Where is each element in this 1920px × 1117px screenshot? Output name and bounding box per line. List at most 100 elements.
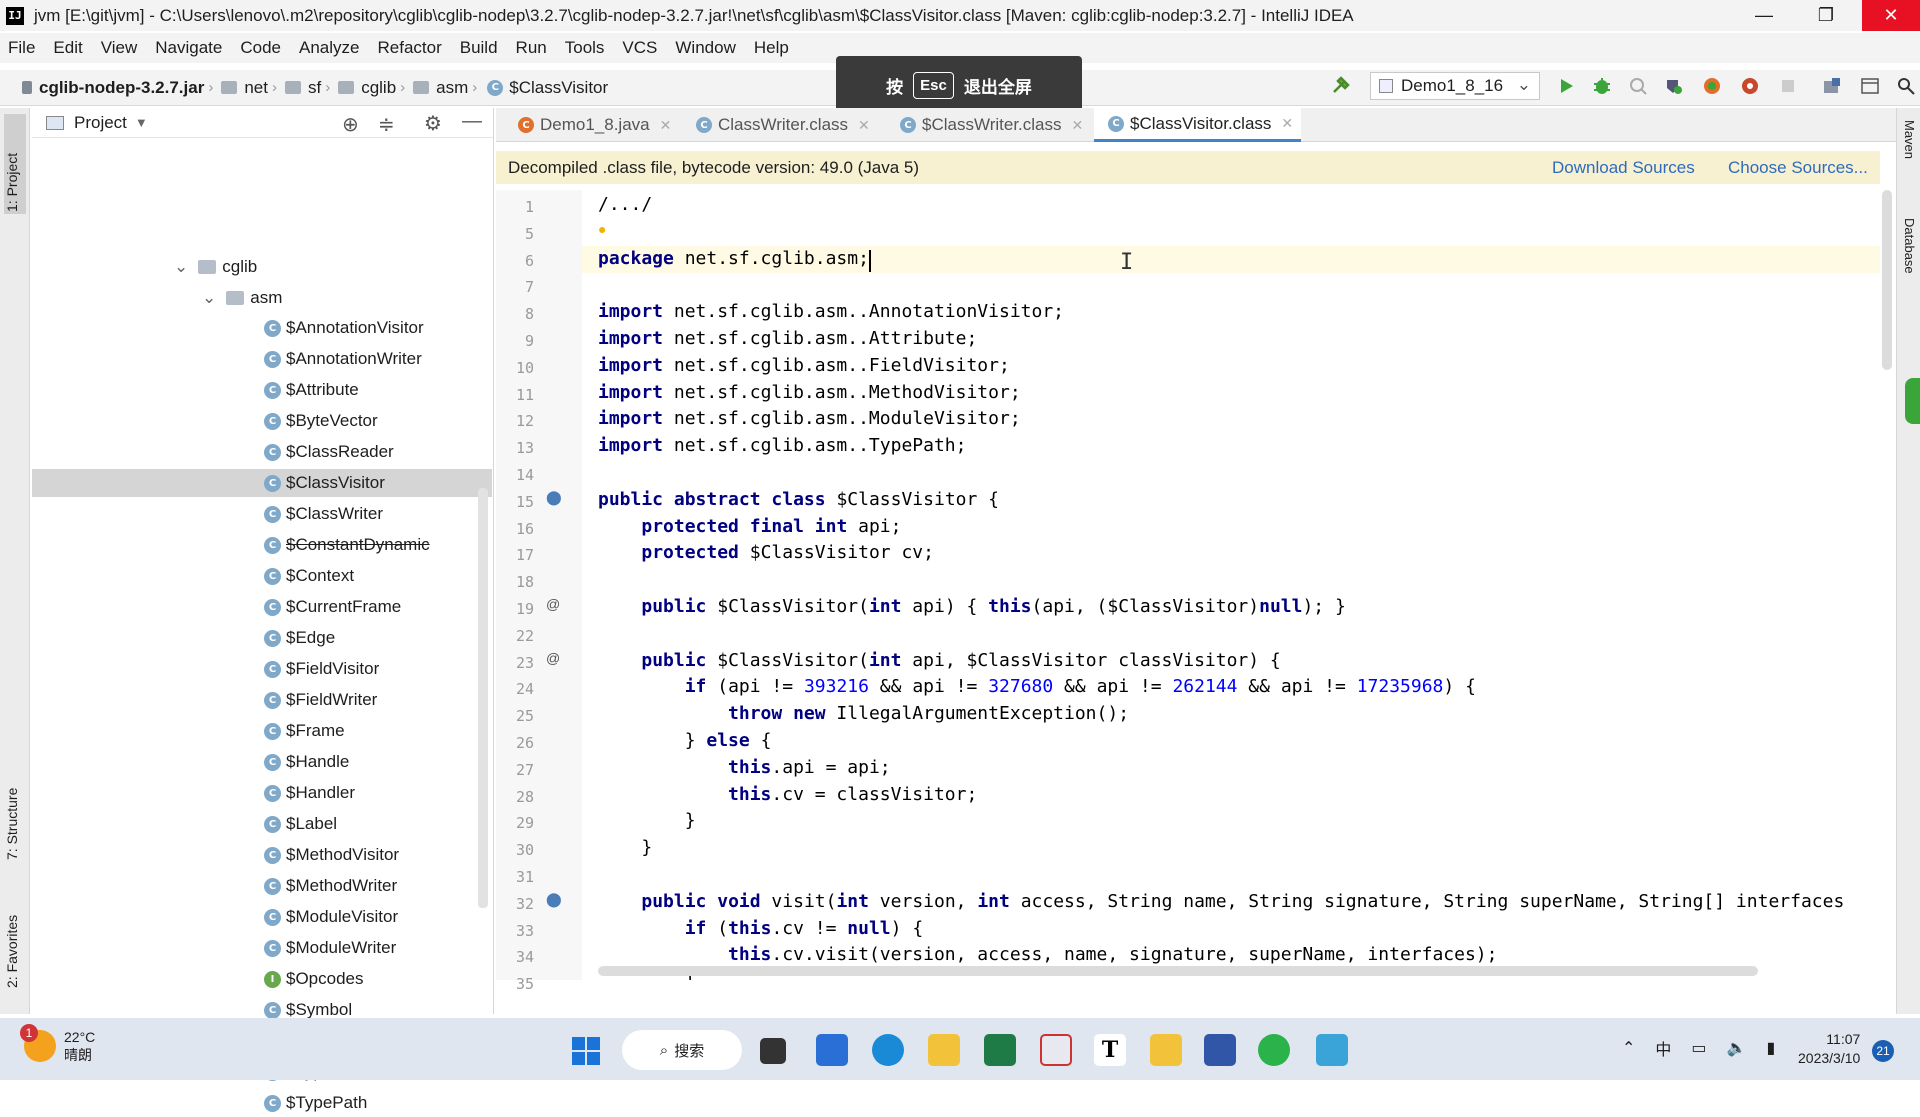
tree-item[interactable]: C $ClassVisitor bbox=[32, 469, 492, 497]
build-hammer-icon[interactable] bbox=[1330, 74, 1352, 96]
annotation-icon[interactable]: @ bbox=[546, 596, 560, 612]
code-line[interactable]: import net.sf.cglib.asm..FieldVisitor; bbox=[598, 355, 1010, 381]
code-line[interactable]: this.cv = classVisitor; bbox=[598, 784, 977, 810]
breadcrumb-jar[interactable]: cglib-nodep-3.2.7.jar › bbox=[18, 78, 217, 98]
menu-edit[interactable]: Edit bbox=[53, 38, 82, 58]
chevron-down-icon[interactable]: ▼ bbox=[135, 115, 148, 130]
stop-icon[interactable] bbox=[1778, 76, 1798, 96]
tree-node-cglib[interactable]: ⌄ cglib bbox=[174, 253, 257, 281]
battery-icon[interactable]: ▮ bbox=[1766, 1038, 1775, 1058]
remote-desktop-icon[interactable] bbox=[1204, 1034, 1236, 1066]
attach-icon[interactable] bbox=[1740, 76, 1760, 96]
annotation-icon[interactable]: @ bbox=[546, 650, 560, 666]
breadcrumb-class[interactable]: C $ClassVisitor bbox=[481, 78, 608, 98]
minimize-button[interactable]: — bbox=[1734, 0, 1794, 31]
menu-file[interactable]: File bbox=[8, 38, 35, 58]
code-line[interactable]: import net.sf.cglib.asm..AnnotationVisit… bbox=[598, 301, 1064, 327]
tree-item[interactable]: C $Label bbox=[264, 810, 337, 838]
floating-assistant-icon[interactable] bbox=[1905, 378, 1920, 424]
task-view-icon[interactable] bbox=[760, 1038, 786, 1064]
implemented-icon[interactable]: ⬤ bbox=[546, 489, 562, 506]
tree-item[interactable]: C $Handle bbox=[264, 748, 349, 776]
menu-build[interactable]: Build bbox=[460, 38, 498, 58]
menu-navigate[interactable]: Navigate bbox=[155, 38, 222, 58]
menu-vcs[interactable]: VCS bbox=[622, 38, 657, 58]
code-line[interactable]: throw new IllegalArgumentException(); bbox=[598, 703, 1129, 729]
tab-demo1-8-java[interactable]: C Demo1_8.java ✕ bbox=[504, 108, 679, 142]
tree-item[interactable]: C $TypePath bbox=[264, 1089, 367, 1117]
maven-tool-tab[interactable]: Maven bbox=[1902, 120, 1917, 159]
code-line[interactable]: /.../ bbox=[598, 194, 652, 220]
tree-item[interactable]: C $AnnotationWriter bbox=[264, 345, 422, 373]
code-line[interactable]: if (this.cv != null) { bbox=[598, 918, 923, 944]
tab-classwriter-class[interactable]: C ClassWriter.class ✕ bbox=[682, 108, 878, 142]
tree-item[interactable]: C $Context bbox=[264, 562, 354, 590]
tree-item[interactable]: C $Frame bbox=[264, 717, 345, 745]
breadcrumb-net[interactable]: net › bbox=[217, 78, 281, 98]
clock[interactable]: 11:07 2023/3/10 bbox=[1798, 1030, 1860, 1068]
network-icon[interactable]: ▭ bbox=[1691, 1038, 1706, 1058]
structure-tool-tab[interactable]: 7: Structure bbox=[4, 788, 20, 860]
edge-browser-icon[interactable] bbox=[872, 1034, 904, 1066]
coverage-icon[interactable] bbox=[1628, 76, 1648, 96]
breadcrumb-asm[interactable]: asm › bbox=[409, 78, 481, 98]
lightbulb-icon[interactable]: ● bbox=[598, 221, 606, 237]
hide-panel-icon[interactable]: — bbox=[462, 110, 482, 133]
notification-badge[interactable]: 21 bbox=[1872, 1040, 1894, 1062]
menu-refactor[interactable]: Refactor bbox=[377, 38, 441, 58]
code-line[interactable]: if (api != 393216 && api != 327680 && ap… bbox=[598, 676, 1476, 702]
code-line[interactable]: this.api = api; bbox=[598, 757, 891, 783]
tree-node-asm[interactable]: ⌄ asm bbox=[202, 284, 282, 312]
code-line[interactable]: public $ClassVisitor(int api) { this(api… bbox=[598, 596, 1345, 622]
tree-item[interactable]: C $Attribute bbox=[264, 376, 359, 404]
database-tool-tab[interactable]: Database bbox=[1902, 218, 1917, 274]
typora-icon[interactable]: T bbox=[1094, 1034, 1126, 1066]
restore-button[interactable]: ❐ bbox=[1796, 0, 1856, 31]
close-tab-icon[interactable]: ✕ bbox=[1072, 117, 1084, 134]
tree-item[interactable]: C $AnnotationVisitor bbox=[264, 314, 424, 342]
code-line[interactable]: } bbox=[598, 837, 652, 863]
paint-app-icon[interactable] bbox=[1040, 1034, 1072, 1066]
tree-item[interactable]: C $Handler bbox=[264, 779, 355, 807]
weather-widget[interactable]: 1 22°C 晴朗 bbox=[20, 1024, 95, 1064]
breadcrumb-sf[interactable]: sf › bbox=[281, 78, 334, 98]
layout-icon[interactable] bbox=[1860, 76, 1880, 96]
chevron-down-icon[interactable]: ⌄ bbox=[202, 288, 216, 308]
menu-window[interactable]: Window bbox=[675, 38, 735, 58]
project-structure-icon[interactable] bbox=[1822, 76, 1842, 96]
code-line[interactable]: public abstract class $ClassVisitor { bbox=[598, 489, 999, 515]
project-tool-tab[interactable]: 1: Project bbox=[4, 153, 20, 212]
tree-item[interactable]: C $ClassReader bbox=[264, 438, 394, 466]
vertical-scrollbar[interactable] bbox=[1882, 190, 1892, 370]
code-line[interactable]: } bbox=[598, 810, 696, 836]
code-line[interactable]: } else { bbox=[598, 730, 772, 756]
breadcrumb-cglib[interactable]: cglib › bbox=[334, 78, 409, 98]
project-view-select[interactable]: Project bbox=[74, 113, 127, 133]
tree-item[interactable]: C $ConstantDynamic bbox=[264, 531, 430, 559]
taskbar-search[interactable]: ⌕ 搜索 bbox=[622, 1030, 742, 1070]
code-line[interactable]: import net.sf.cglib.asm..TypePath; bbox=[598, 435, 966, 461]
chevron-up-icon[interactable]: ⌃ bbox=[1622, 1038, 1635, 1058]
tree-item[interactable]: C $ModuleWriter bbox=[264, 934, 396, 962]
locate-icon[interactable]: ⊕ bbox=[342, 112, 359, 137]
start-button[interactable] bbox=[572, 1037, 600, 1065]
volume-icon[interactable]: 🔈 bbox=[1727, 1038, 1747, 1058]
tree-item[interactable]: C $FieldWriter bbox=[264, 686, 377, 714]
run-icon[interactable] bbox=[1556, 76, 1576, 96]
search-everywhere-icon[interactable] bbox=[1896, 76, 1916, 96]
menu-help[interactable]: Help bbox=[754, 38, 789, 58]
debug-icon[interactable] bbox=[1592, 76, 1612, 96]
code-editor[interactable]: /.../ package net.sf.cglib.asm; import net… bbox=[582, 190, 1880, 980]
ime-indicator[interactable]: 中 bbox=[1655, 1036, 1671, 1060]
code-line[interactable]: import net.sf.cglib.asm..ModuleVisitor; bbox=[598, 408, 1021, 434]
file-explorer-icon[interactable] bbox=[928, 1034, 960, 1066]
close-tab-icon[interactable]: ✕ bbox=[1281, 115, 1293, 132]
tree-item[interactable]: C $CurrentFrame bbox=[264, 593, 401, 621]
tree-item[interactable]: C $MethodVisitor bbox=[264, 841, 399, 869]
tree-item[interactable]: C $ModuleVisitor bbox=[264, 903, 398, 931]
tree-item[interactable]: C $FieldVisitor bbox=[264, 655, 379, 683]
tree-item[interactable]: C $ByteVector bbox=[264, 407, 378, 435]
screen-capture-icon[interactable] bbox=[1316, 1034, 1348, 1066]
mail-icon[interactable] bbox=[816, 1034, 848, 1066]
tree-scrollbar[interactable] bbox=[478, 488, 488, 908]
